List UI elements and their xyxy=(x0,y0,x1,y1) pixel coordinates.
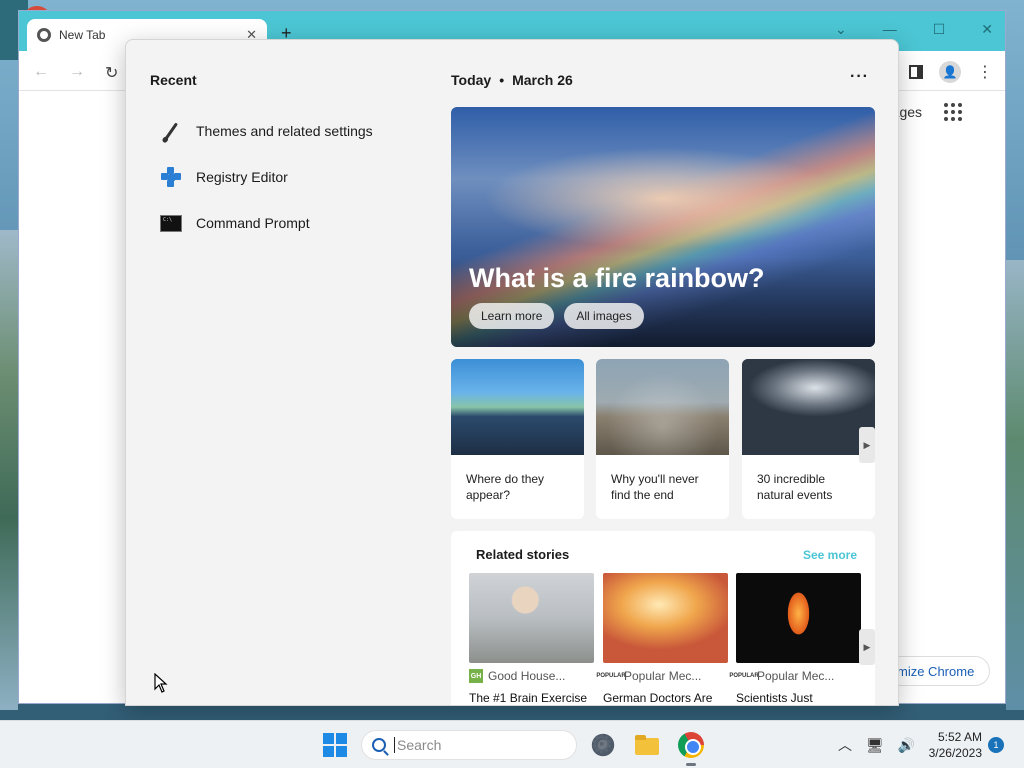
clock-date: 3/26/2023 xyxy=(928,746,982,760)
source-logo-icon: POPULAR xyxy=(729,669,759,683)
story-item[interactable]: GH Good House... The #1 Brain Exercise xyxy=(469,573,594,705)
story-source: Popular Mec... xyxy=(757,669,835,683)
recent-item-label: Themes and related settings xyxy=(196,123,373,139)
card-image xyxy=(451,359,584,455)
story-image xyxy=(469,573,594,663)
recent-item-label: Registry Editor xyxy=(196,169,288,185)
back-arrow-icon[interactable]: ← xyxy=(33,63,49,83)
clock-time: 5:52 AM xyxy=(937,730,982,744)
story-item[interactable]: POPULAR Popular Mec... German Doctors Are xyxy=(596,573,728,705)
see-more-link[interactable]: See more xyxy=(803,548,857,562)
minimize-icon[interactable]: — xyxy=(883,21,897,38)
learn-more-button[interactable]: Learn more xyxy=(469,303,555,329)
recent-item-themes[interactable]: Themes and related settings xyxy=(160,108,420,154)
story-image xyxy=(736,573,861,663)
taskbar: Search ︿ 🖥 🔊 5:52 AM 3/26/2023 1 xyxy=(0,720,1024,768)
more-options-icon[interactable]: ··· xyxy=(850,68,869,86)
related-heading: Related stories xyxy=(476,547,570,562)
search-flyout: Recent Themes and related settings Regis… xyxy=(125,39,899,706)
story-source: Good House... xyxy=(488,669,566,683)
story-source: Popular Mec... xyxy=(624,669,702,683)
reload-icon[interactable]: ↻ xyxy=(105,63,118,83)
stories-next-arrow-icon[interactable]: ▶ xyxy=(859,629,875,665)
volume-icon[interactable]: 🔊 xyxy=(898,737,915,754)
hero-title: What is a fire rainbow? xyxy=(469,263,765,293)
desktop-wallpaper-left xyxy=(0,230,18,710)
brush-icon xyxy=(160,120,182,142)
active-app-indicator xyxy=(686,763,696,766)
topic-card[interactable]: Why you'll never find the end xyxy=(596,359,729,519)
source-logo-icon: POPULAR xyxy=(596,669,626,683)
apps-grid-icon[interactable] xyxy=(944,103,962,121)
card-caption: 30 incredible natural events xyxy=(757,472,833,502)
topic-card[interactable]: Where do they appear? xyxy=(451,359,584,519)
story-item[interactable]: POPULAR Popular Mec... Scientists Just xyxy=(729,573,861,705)
maximize-icon[interactable]: ☐ xyxy=(933,21,946,38)
search-placeholder: Search xyxy=(397,737,442,753)
taskbar-search-box[interactable]: Search xyxy=(361,730,577,760)
card-caption: Why you'll never find the end xyxy=(611,472,699,502)
card-caption: Where do they appear? xyxy=(466,472,545,502)
search-icon xyxy=(372,738,386,752)
chrome-menu-icon[interactable]: ⋮ xyxy=(977,62,993,82)
recent-item-registry-editor[interactable]: Registry Editor xyxy=(160,154,420,200)
chevron-up-icon[interactable]: ︿ xyxy=(838,735,852,755)
chevron-down-icon[interactable]: ⌄ xyxy=(835,21,847,38)
text-caret xyxy=(394,737,395,753)
story-headline: German Doctors Are xyxy=(603,691,713,705)
registry-icon xyxy=(160,166,182,188)
card-image xyxy=(596,359,729,455)
story-image xyxy=(603,573,728,663)
settings-app-icon[interactable] xyxy=(590,729,616,760)
today-separator: • xyxy=(499,72,505,88)
profile-icon[interactable]: 👤 xyxy=(939,61,961,83)
forward-arrow-icon[interactable]: → xyxy=(69,63,85,83)
cards-next-arrow-icon[interactable]: ▶ xyxy=(859,427,875,463)
file-explorer-icon[interactable] xyxy=(634,732,660,758)
story-headline: The #1 Brain Exercise xyxy=(469,691,588,705)
recent-list: Themes and related settings Registry Edi… xyxy=(160,108,420,246)
close-window-icon[interactable]: ✕ xyxy=(981,21,993,38)
notification-badge[interactable]: 1 xyxy=(988,737,1004,753)
hero-card[interactable]: What is a fire rainbow? Learn more All i… xyxy=(451,107,875,347)
chrome-taskbar-icon[interactable] xyxy=(678,732,704,758)
source-logo-icon: GH xyxy=(469,669,483,683)
system-tray: ︿ 🖥 🔊 xyxy=(838,735,915,755)
command-prompt-icon xyxy=(160,212,182,234)
story-headline: Scientists Just xyxy=(736,691,813,705)
recent-item-command-prompt[interactable]: Command Prompt xyxy=(160,200,420,246)
desktop-wallpaper-right xyxy=(1006,260,1024,710)
tab-title: New Tab xyxy=(59,28,106,42)
network-icon[interactable]: 🖥 xyxy=(866,737,884,754)
recent-heading: Recent xyxy=(150,72,197,88)
all-images-button[interactable]: All images xyxy=(564,303,644,329)
windows-start-icon[interactable] xyxy=(323,733,347,757)
chrome-icon xyxy=(37,28,51,42)
today-label: Today xyxy=(451,72,492,88)
today-heading: Today • March 26 xyxy=(451,72,573,88)
topic-cards: Where do they appear? Why you'll never f… xyxy=(451,359,875,519)
today-date: March 26 xyxy=(512,72,573,88)
side-panel-icon[interactable] xyxy=(909,65,923,79)
related-stories: Related stories See more GH Good House...… xyxy=(451,531,875,705)
taskbar-clock[interactable]: 5:52 AM 3/26/2023 xyxy=(924,729,982,761)
topic-card[interactable]: 30 incredible natural events xyxy=(742,359,875,519)
card-image xyxy=(742,359,875,455)
window-controls: ⌄ — ☐ ✕ xyxy=(835,21,993,38)
recent-item-label: Command Prompt xyxy=(196,215,310,231)
